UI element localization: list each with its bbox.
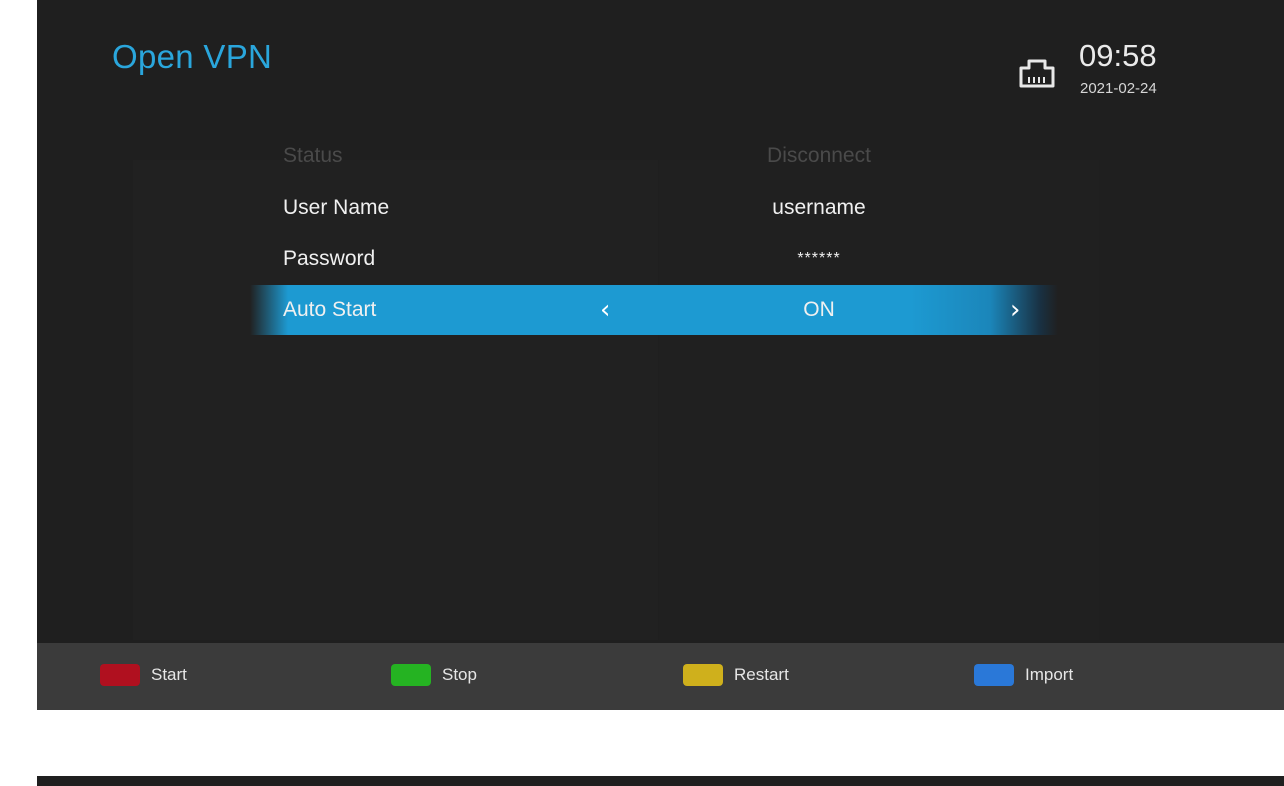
red-key-icon — [100, 664, 140, 686]
setting-row-user-name[interactable]: User Name username — [37, 183, 1284, 233]
setting-label: Status — [283, 144, 343, 167]
function-key-bar: Start Stop Restart Import — [37, 643, 1284, 710]
setting-label: Password — [283, 247, 376, 270]
key-label: Restart — [734, 665, 789, 684]
setting-value: ON — [803, 298, 835, 321]
page-title: Open VPN — [112, 38, 273, 75]
key-label: Stop — [442, 665, 477, 684]
chevron-right-icon[interactable]: › — [1010, 295, 1020, 325]
setting-row-auto-start[interactable]: Auto Start ‹ ON › — [37, 285, 1284, 335]
ethernet-port-icon — [1019, 59, 1055, 88]
clock-date: 2021-02-24 — [1080, 80, 1157, 97]
green-key-icon — [391, 664, 431, 686]
yellow-key-icon — [683, 664, 723, 686]
vpn-screen: Open VPN 09:58 2021-02-24 Status Disconn… — [37, 0, 1284, 710]
setting-value: username — [772, 196, 866, 219]
setting-row-status: Status Disconnect — [37, 131, 1284, 181]
key-label: Start — [151, 665, 187, 684]
key-label: Import — [1025, 665, 1074, 684]
setting-row-password[interactable]: Password ****** — [37, 234, 1284, 284]
blue-key-icon — [974, 664, 1014, 686]
setting-value: Disconnect — [767, 144, 871, 167]
setting-label: Auto Start — [283, 298, 377, 321]
clock-time: 09:58 — [1079, 38, 1157, 73]
chevron-left-icon[interactable]: ‹ — [600, 295, 610, 325]
next-screen-edge — [37, 776, 1284, 786]
setting-value: ****** — [797, 250, 841, 267]
setting-label: User Name — [283, 196, 390, 219]
